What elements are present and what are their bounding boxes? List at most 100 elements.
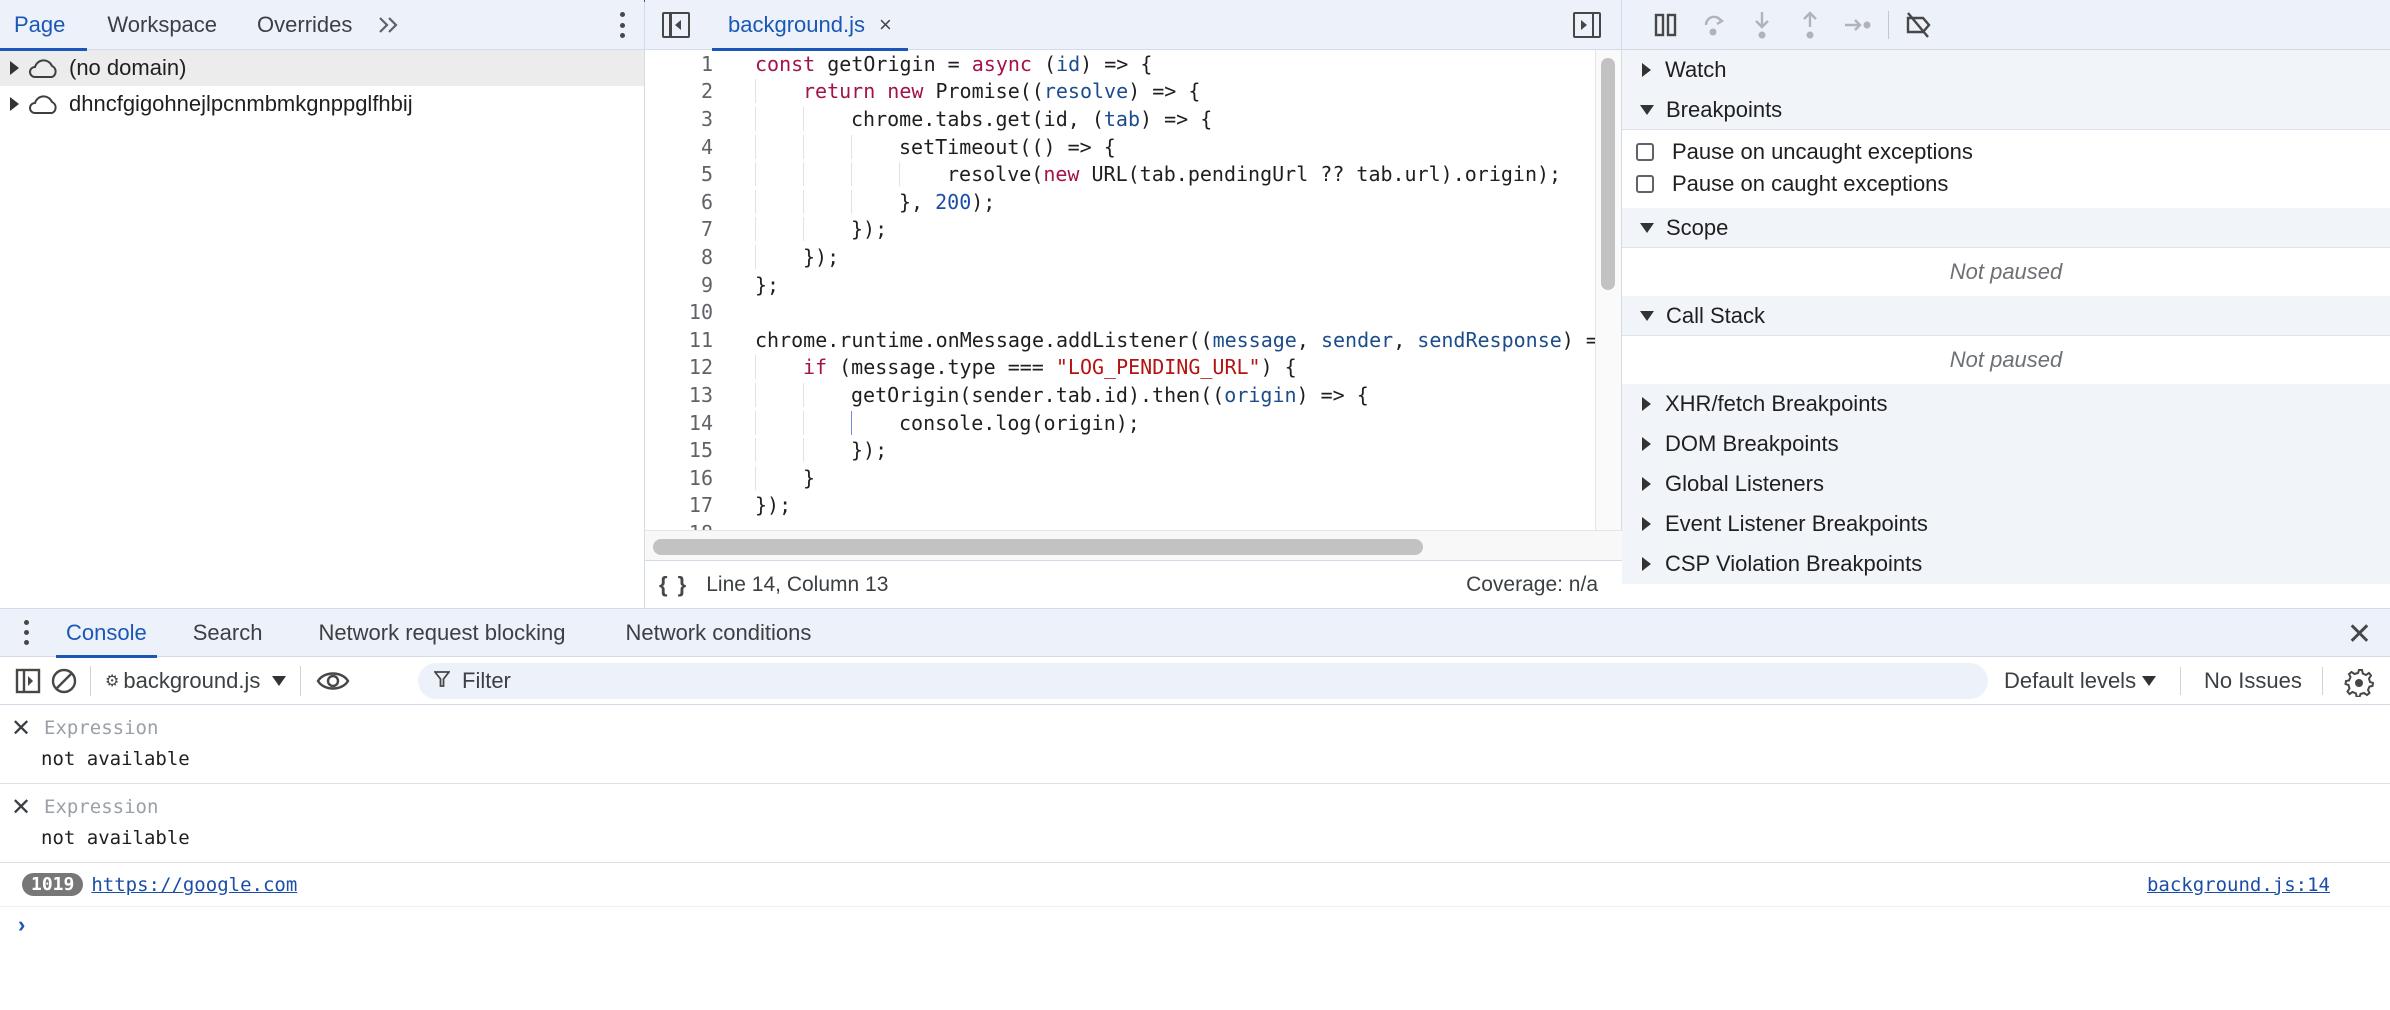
step-out-icon[interactable] — [1786, 5, 1834, 45]
expression-input[interactable] — [44, 717, 644, 739]
expand-arrow-icon[interactable] — [10, 97, 19, 111]
code-line: 2 return new Promise((resolve) => { — [645, 78, 1596, 106]
line-number[interactable]: 15 — [645, 438, 713, 462]
step-into-icon[interactable] — [1738, 5, 1786, 45]
toggle-debugger-icon[interactable] — [1573, 12, 1601, 38]
code-content[interactable]: 1 const getOrigin = async (id) => { 2 retu… — [645, 50, 1596, 530]
line-number[interactable]: 5 — [645, 162, 713, 186]
drawer-menu-icon[interactable] — [6, 609, 46, 657]
collapsed-arrow-icon — [1642, 556, 1651, 571]
deactivate-breakpoints-icon[interactable] — [1895, 5, 1943, 45]
file-tab-label: background.js — [728, 11, 865, 37]
line-number[interactable]: 12 — [645, 355, 713, 379]
context-selector[interactable]: ⚙ background.js — [99, 668, 292, 694]
console-settings-gear-icon[interactable] — [2344, 667, 2375, 699]
console-prompt[interactable]: › — [0, 907, 2390, 943]
tree-item-extension[interactable]: dhncfgigohnejlpcnmbmkgnppglfhbij — [0, 86, 644, 122]
message-source-link[interactable]: background.js:14 — [2147, 874, 2330, 896]
pause-uncaught-checkbox[interactable] — [1636, 143, 1654, 161]
remove-expression-icon[interactable]: ✕ — [10, 793, 32, 822]
repeat-count-badge: 1019 — [22, 873, 84, 896]
debugger-sidebar: Watch Breakpoints Pause on uncaught exce… — [1622, 0, 2390, 608]
horizontal-scrollbar-track[interactable] — [645, 530, 1622, 560]
line-number[interactable]: 18 — [645, 521, 713, 530]
section-scope[interactable]: Scope — [1622, 208, 2390, 248]
editor-status-bar: { } Line 14, Column 13 Coverage: n/a — [645, 560, 1622, 608]
more-tabs-icon[interactable] — [372, 0, 406, 50]
close-tab-icon[interactable]: × — [879, 12, 892, 38]
section-xhr-breakpoints[interactable]: XHR/fetch Breakpoints — [1622, 384, 2390, 424]
line-number[interactable]: 10 — [645, 300, 713, 324]
pause-uncaught-row: Pause on uncaught exceptions — [1622, 136, 2390, 168]
log-levels-label: Default levels — [2004, 668, 2137, 693]
code-line: 1 const getOrigin = async (id) => { — [645, 50, 1596, 78]
toolbar-divider — [2322, 667, 2323, 695]
issues-counter[interactable]: No Issues — [2204, 657, 2302, 705]
filter-icon — [433, 670, 451, 693]
pause-icon[interactable] — [1642, 5, 1690, 45]
tab-search[interactable]: Search — [183, 609, 273, 657]
cloud-icon — [29, 95, 57, 114]
pause-caught-checkbox[interactable] — [1636, 175, 1654, 193]
tab-console[interactable]: Console — [56, 609, 157, 658]
collapsed-arrow-icon — [1642, 396, 1651, 411]
log-levels-dropdown[interactable]: Default levels — [2004, 657, 2157, 705]
live-expression-eye-icon[interactable] — [309, 657, 357, 705]
cursor-position: Line 14, Column 13 — [706, 572, 889, 596]
tab-network-request-blocking[interactable]: Network request blocking — [308, 609, 575, 657]
line-number[interactable]: 1 — [645, 52, 713, 76]
step-over-icon[interactable] — [1690, 5, 1738, 45]
filter-input-box[interactable] — [418, 663, 1988, 699]
pause-uncaught-label: Pause on uncaught exceptions — [1672, 139, 1973, 164]
section-csp-violation-breakpoints[interactable]: CSP Violation Breakpoints — [1622, 544, 2390, 584]
code-editor: background.js × 1 const getOrigin = async… — [645, 0, 1622, 608]
vertical-scrollbar-thumb[interactable] — [1601, 58, 1615, 290]
close-drawer-icon[interactable]: ✕ — [2347, 617, 2372, 652]
console-message: 1019 https://google.com background.js:14 — [0, 863, 2390, 907]
message-link[interactable]: https://google.com — [91, 874, 297, 896]
line-number[interactable]: 3 — [645, 107, 713, 131]
tab-overrides[interactable]: Overrides — [237, 0, 372, 50]
section-event-listener-breakpoints[interactable]: Event Listener Breakpoints — [1622, 504, 2390, 544]
file-tab[interactable]: background.js × — [712, 0, 908, 51]
section-global-listeners[interactable]: Global Listeners — [1622, 464, 2390, 504]
tab-network-conditions[interactable]: Network conditions — [615, 609, 821, 657]
line-number[interactable]: 17 — [645, 493, 713, 517]
clear-console-icon[interactable] — [46, 657, 82, 705]
line-number[interactable]: 11 — [645, 328, 713, 352]
expand-arrow-icon[interactable] — [10, 61, 19, 75]
line-number[interactable]: 8 — [645, 245, 713, 269]
live-expression: ✕ not available — [0, 784, 2390, 863]
coverage-status[interactable]: Coverage: n/a — [1466, 573, 1598, 597]
section-dom-breakpoints[interactable]: DOM Breakpoints — [1622, 424, 2390, 464]
line-number[interactable]: 13 — [645, 383, 713, 407]
line-number[interactable]: 7 — [645, 217, 713, 241]
line-number[interactable]: 4 — [645, 135, 713, 159]
drawer-tabs: Console Search Network request blocking … — [0, 609, 2390, 658]
tree-item-no-domain[interactable]: (no domain) — [0, 50, 644, 86]
tab-workspace[interactable]: Workspace — [87, 0, 237, 50]
collapsed-arrow-icon — [1642, 62, 1651, 77]
section-call-stack[interactable]: Call Stack — [1622, 296, 2390, 336]
toggle-navigator-icon[interactable] — [662, 11, 690, 38]
section-breakpoints[interactable]: Breakpoints — [1622, 90, 2390, 130]
filter-input[interactable] — [462, 668, 1861, 694]
show-console-sidebar-icon[interactable] — [10, 657, 46, 705]
remove-expression-icon[interactable]: ✕ — [10, 714, 32, 743]
line-number[interactable]: 14 — [645, 411, 713, 435]
section-watch[interactable]: Watch — [1622, 50, 2390, 90]
line-number[interactable]: 2 — [645, 79, 713, 103]
line-number[interactable]: 6 — [645, 190, 713, 214]
console-input[interactable] — [39, 914, 2390, 936]
pretty-print-icon[interactable]: { } — [659, 572, 688, 598]
code-line: 12 if (message.type === "LOG_PENDING_URL"… — [645, 354, 1596, 382]
code-line: 17}); — [645, 492, 1596, 520]
code-line: 13 getOrigin(sender.tab.id).then((origin)… — [645, 381, 1596, 409]
tab-page[interactable]: Page — [0, 0, 88, 51]
step-icon[interactable] — [1834, 5, 1882, 45]
horizontal-scrollbar-thumb[interactable] — [653, 539, 1423, 555]
navigator-menu-icon[interactable] — [614, 12, 630, 38]
line-number[interactable]: 9 — [645, 273, 713, 297]
expression-input[interactable] — [44, 796, 644, 818]
line-number[interactable]: 16 — [645, 466, 713, 490]
